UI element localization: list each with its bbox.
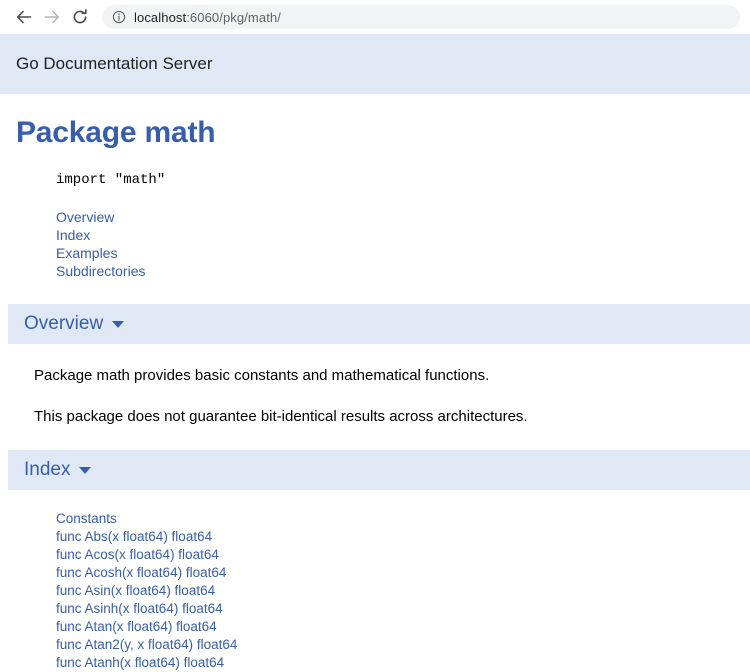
toc-link-index[interactable]: Index [56, 226, 750, 244]
back-button[interactable] [10, 3, 38, 31]
site-title: Go Documentation Server [16, 54, 213, 73]
list-item[interactable]: func Asin(x float64) float64 [56, 582, 750, 600]
caret-down-icon[interactable] [112, 320, 125, 328]
address-bar[interactable]: localhost:6060/pkg/math/ [102, 5, 740, 29]
page-title: Package math [16, 116, 216, 149]
caret-down-icon[interactable] [79, 466, 92, 474]
toc-link-overview[interactable]: Overview [56, 208, 750, 226]
index-list: Constants func Abs(x float64) float64 fu… [56, 510, 750, 672]
toc-link-subdirectories[interactable]: Subdirectories [56, 262, 750, 280]
index-section-header[interactable]: Index [8, 450, 750, 490]
overview-paragraph: This package does not guarantee bit-iden… [34, 408, 528, 425]
reload-icon [71, 8, 89, 26]
index-heading: Index [24, 459, 71, 480]
list-item[interactable]: func Atanh(x float64) float64 [56, 654, 750, 672]
list-item[interactable]: Constants [56, 510, 750, 528]
list-item[interactable]: func Acosh(x float64) float64 [56, 564, 750, 582]
list-item[interactable]: func Atan2(y, x float64) float64 [56, 636, 750, 654]
table-of-contents: Overview Index Examples Subdirectories [56, 208, 750, 280]
url-path: :6060/pkg/math/ [186, 9, 281, 25]
reload-button[interactable] [66, 3, 94, 31]
import-statement: import "math" [56, 172, 166, 188]
forward-button[interactable] [38, 3, 66, 31]
toc-link-examples[interactable]: Examples [56, 244, 750, 262]
list-item[interactable]: func Abs(x float64) float64 [56, 528, 750, 546]
overview-heading: Overview [24, 313, 104, 334]
arrow-left-icon [15, 8, 33, 26]
arrow-right-icon [43, 8, 61, 26]
list-item[interactable]: func Asinh(x float64) float64 [56, 600, 750, 618]
site-banner: Go Documentation Server [0, 34, 750, 94]
list-item[interactable]: func Acos(x float64) float64 [56, 546, 750, 564]
list-item[interactable]: func Atan(x float64) float64 [56, 618, 750, 636]
url-text: localhost:6060/pkg/math/ [134, 10, 281, 25]
info-circle-icon[interactable] [112, 10, 126, 24]
browser-toolbar: localhost:6060/pkg/math/ [0, 0, 750, 34]
page-content: Go Documentation Server Package math imp… [0, 34, 750, 672]
url-host: localhost [134, 9, 187, 25]
overview-section-header[interactable]: Overview [8, 304, 750, 344]
overview-paragraph: Package math provides basic constants an… [34, 367, 490, 384]
